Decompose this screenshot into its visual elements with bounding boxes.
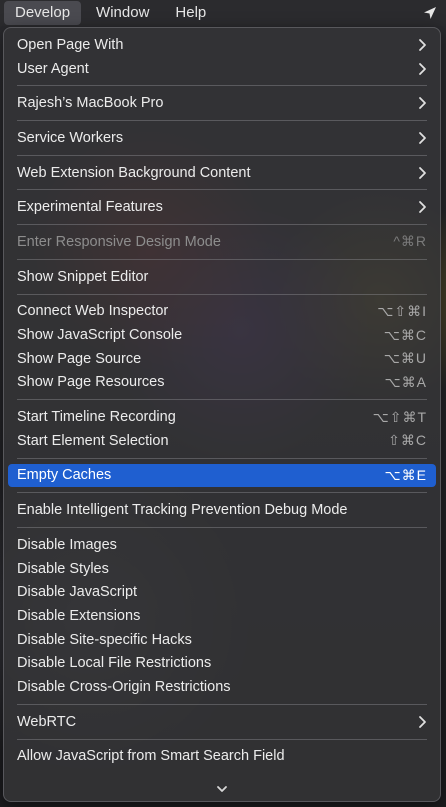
menu-item-label: Open Page With <box>17 36 124 53</box>
menu-separator <box>17 85 427 87</box>
menu-item-experimental-features[interactable]: Experimental Features <box>8 195 436 219</box>
menu-item-open-page-with[interactable]: Open Page With <box>8 33 436 57</box>
menu-item-disable-local-file-restrictions[interactable]: Disable Local File Restrictions <box>8 651 436 675</box>
menu-item-label: Connect Web Inspector <box>17 303 169 320</box>
menu-item-rajeshs-macbook-pro[interactable]: Rajesh’s MacBook Pro <box>8 91 436 115</box>
menu-item-shortcut: ⌥⇧⌘T <box>372 408 427 425</box>
menu-item-label: Rajesh’s MacBook Pro <box>17 95 164 112</box>
menu-item-shortcut: ⌥⌘E <box>384 466 427 483</box>
menu-item-shortcut: ⇧⌘C <box>388 432 427 449</box>
menu-item-enter-responsive-design-mode: Enter Responsive Design Mode ^⌘R <box>8 230 436 254</box>
menu-item-label: Disable Extensions <box>17 607 141 624</box>
menu-item-label: Empty Caches <box>17 467 112 484</box>
menu-item-label: WebRTC <box>17 713 77 730</box>
menu-item-start-timeline-recording[interactable]: Start Timeline Recording ⌥⇧⌘T <box>8 405 436 429</box>
menu-item-disable-cross-origin-restrictions[interactable]: Disable Cross-Origin Restrictions <box>8 675 436 699</box>
menu-item-label: Web Extension Background Content <box>17 164 251 181</box>
menu-item-label: Experimental Features <box>17 199 163 216</box>
menu-item-webrtc[interactable]: WebRTC <box>8 710 436 734</box>
menu-item-label: Disable Site-specific Hacks <box>17 631 192 648</box>
chevron-right-icon <box>419 132 426 144</box>
menu-item-shortcut: ⌥⌘A <box>384 373 427 390</box>
chevron-down-icon <box>217 786 227 792</box>
menu-item-label: Enable Intelligent Tracking Prevention D… <box>17 502 348 519</box>
menu-item-show-page-source[interactable]: Show Page Source ⌥⌘U <box>8 347 436 371</box>
menu-item-shortcut: ^⌘R <box>393 233 427 250</box>
menu-item-shortcut: ⌥⇧⌘I <box>377 302 427 319</box>
menu-item-user-agent[interactable]: User Agent <box>8 57 436 81</box>
location-arrow-icon[interactable] <box>422 5 438 21</box>
menu-item-enable-intelligent-tracking-prevention-debug-mode[interactable]: Enable Intelligent Tracking Prevention D… <box>8 498 436 522</box>
menu-item-label: Show Snippet Editor <box>17 268 149 285</box>
menu-item-disable-javascript[interactable]: Disable JavaScript <box>8 580 436 604</box>
menu-separator <box>17 703 427 705</box>
menu-separator <box>17 738 427 740</box>
menu-item-label: Disable Styles <box>17 560 109 577</box>
chevron-right-icon <box>419 62 426 75</box>
develop-menu: Open Page With User Agent Rajesh’s MacBook… <box>3 27 441 802</box>
menu-separator <box>17 492 427 494</box>
menu-item-label: Show JavaScript Console <box>17 327 183 344</box>
menu-item-disable-images[interactable]: Disable Images <box>8 533 436 557</box>
menu-item-label: Show Page Resources <box>17 374 165 391</box>
menu-item-empty-caches[interactable]: Empty Caches ⌥⌘E <box>8 463 436 488</box>
menu-separator <box>17 293 427 295</box>
menu-separator <box>17 258 427 260</box>
menu-item-allow-javascript-from-smart-search-field[interactable]: Allow JavaScript from Smart Search Field <box>8 745 436 769</box>
menu-item-disable-styles[interactable]: Disable Styles <box>8 557 436 581</box>
menu-separator <box>17 120 427 122</box>
menu-item-disable-site-specific-hacks[interactable]: Disable Site-specific Hacks <box>8 628 436 652</box>
menu-separator <box>17 399 427 401</box>
menu-item-label: Disable Cross-Origin Restrictions <box>17 678 231 695</box>
menubar-window[interactable]: Window <box>85 1 160 25</box>
menu-item-label: Disable Local File Restrictions <box>17 655 212 672</box>
chevron-right-icon <box>419 201 426 214</box>
menu-separator <box>17 189 427 191</box>
menu-item-connect-web-inspector[interactable]: Connect Web Inspector ⌥⇧⌘I <box>8 300 436 324</box>
menu-separator <box>17 527 427 528</box>
menu-item-show-page-resources[interactable]: Show Page Resources ⌥⌘A <box>8 371 436 395</box>
menubar-help[interactable]: Help <box>164 1 217 25</box>
screen: Develop Window Help Open Page With User A… <box>0 0 446 807</box>
chevron-right-icon <box>419 97 426 110</box>
menu-separator <box>17 154 427 156</box>
menu-item-shortcut: ⌥⌘U <box>383 350 427 367</box>
menu-separator <box>17 457 427 459</box>
menu-item-label: Disable Images <box>17 536 117 553</box>
menu-item-show-javascript-console[interactable]: Show JavaScript Console ⌥⌘C <box>8 323 436 347</box>
menu-item-web-extension-background-content[interactable]: Web Extension Background Content <box>8 161 436 185</box>
menu-item-label: Service Workers <box>17 129 124 146</box>
menu-item-label: Enter Responsive Design Mode <box>17 233 221 250</box>
menu-separator <box>17 224 427 226</box>
menu-item-label: Start Timeline Recording <box>17 409 176 426</box>
scroll-down-indicator[interactable] <box>4 782 440 798</box>
menu-bar: Develop Window Help <box>0 0 446 26</box>
menu-item-show-snippet-editor[interactable]: Show Snippet Editor <box>8 265 436 289</box>
chevron-right-icon <box>419 715 426 728</box>
menu-item-label: Allow JavaScript from Smart Search Field <box>17 748 285 765</box>
menu-item-start-element-selection[interactable]: Start Element Selection ⇧⌘C <box>8 429 436 453</box>
chevron-right-icon <box>419 166 426 179</box>
menu-item-shortcut: ⌥⌘C <box>383 326 427 343</box>
menu-item-label: Show Page Source <box>17 350 142 367</box>
menu-item-label: Disable JavaScript <box>17 584 138 601</box>
menubar-develop[interactable]: Develop <box>4 1 82 25</box>
chevron-right-icon <box>419 38 426 51</box>
menu-item-service-workers[interactable]: Service Workers <box>8 126 436 150</box>
menu-item-disable-extensions[interactable]: Disable Extensions <box>8 604 436 628</box>
menu-item-label: Start Element Selection <box>17 432 169 449</box>
menu-item-label: User Agent <box>17 60 89 77</box>
